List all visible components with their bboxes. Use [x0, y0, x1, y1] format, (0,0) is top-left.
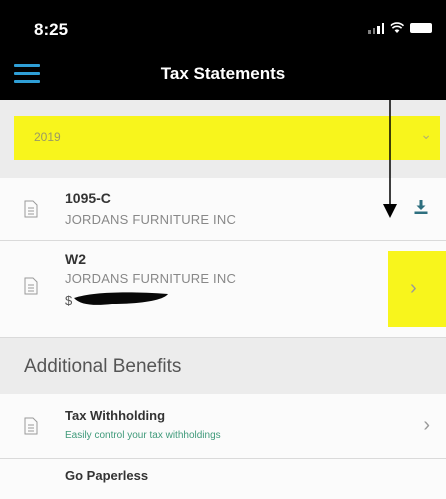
benefit-title: Tax Withholding: [65, 408, 166, 423]
section-header: Additional Benefits: [0, 338, 446, 394]
signal-icon: [368, 22, 384, 34]
statement-row-1095c[interactable]: 1095-C JORDANS FURNITURE INC: [0, 178, 446, 241]
chevron-down-icon: ⌄: [420, 126, 432, 142]
redacted-amount: [74, 292, 168, 305]
w2-open-button[interactable]: ›: [388, 251, 446, 327]
status-bar: 8:25: [0, 0, 446, 48]
statement-list: 1095-C JORDANS FURNITURE INC W2 JORDANS …: [0, 178, 446, 338]
battery-icon: [410, 23, 432, 33]
statement-title: W2: [65, 251, 86, 267]
statement-row-w2[interactable]: W2 JORDANS FURNITURE INC $ ›: [0, 241, 446, 338]
statement-title: 1095-C: [65, 190, 111, 206]
chevron-right-icon: ›: [410, 277, 417, 299]
status-time: 8:25: [34, 20, 69, 39]
document-icon: [24, 417, 38, 435]
document-icon: [24, 277, 38, 295]
benefit-title: Go Paperless: [65, 468, 149, 483]
page-title: Tax Statements: [160, 64, 286, 83]
wifi-icon: [390, 22, 404, 33]
benefit-row-go-paperless[interactable]: Go Paperless: [0, 459, 446, 499]
year-dropdown[interactable]: 2019 ⌄: [14, 116, 440, 160]
document-icon: [24, 200, 38, 218]
benefits-list: Tax Withholding Easily control your tax …: [0, 394, 446, 499]
chevron-right-icon: ›: [423, 414, 430, 436]
download-icon[interactable]: [414, 200, 428, 214]
statement-employer: JORDANS FURNITURE INC: [65, 212, 237, 227]
benefit-row-tax-withholding[interactable]: Tax Withholding Easily control your tax …: [0, 394, 446, 459]
section-title: Additional Benefits: [24, 356, 182, 377]
nav-bar: Tax Statements: [0, 48, 446, 100]
statement-employer: JORDANS FURNITURE INC: [65, 271, 237, 286]
status-icons: [368, 22, 432, 34]
year-dropdown-value: 2019: [34, 130, 61, 144]
benefit-subtitle: Easily control your tax withholdings: [65, 430, 221, 441]
